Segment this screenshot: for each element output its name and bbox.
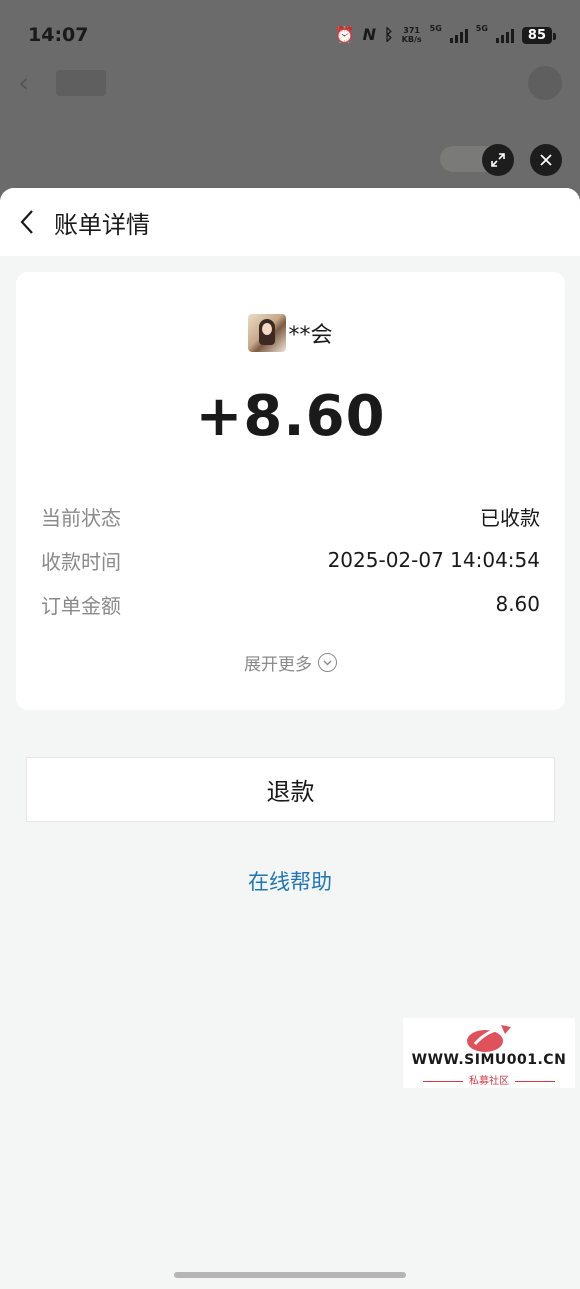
expand-more-label: 展开更多	[244, 655, 312, 675]
page-title: 账单详情	[54, 210, 150, 239]
row-label: 当前状态	[41, 505, 121, 530]
close-x-icon	[540, 154, 552, 166]
row-value: 8.60	[495, 592, 540, 616]
bill-rows: 当前状态 已收款 收款时间 2025-02-07 14:04:54 订单金额 8…	[41, 494, 540, 626]
alarm-icon: ⏰	[334, 25, 355, 44]
bill-detail-sheet: 账单详情 **会 +8.60 当前状态 已收款 收款时间 2025-02-07 …	[0, 188, 580, 1289]
chevron-left-icon	[20, 210, 33, 234]
row-label: 收款时间	[41, 549, 121, 574]
row-status: 当前状态 已收款	[41, 494, 540, 538]
amount: +8.60	[195, 384, 386, 449]
row-order-amount: 订单金额 8.60	[41, 582, 540, 626]
online-help-link[interactable]: 在线帮助	[0, 866, 580, 896]
signal-icon	[495, 27, 514, 43]
sim2-label: 5G	[475, 24, 488, 33]
row-time: 收款时间 2025-02-07 14:04:54	[41, 538, 540, 582]
watermark: WWW.SIMU001.CN 私募社区	[403, 1018, 575, 1088]
expand-more-button[interactable]: 展开更多	[16, 650, 565, 675]
nfc-icon: 𝙉	[362, 25, 377, 44]
row-value: 已收款	[480, 505, 540, 530]
row-label: 订单金额	[41, 593, 121, 618]
watermark-logo-icon	[467, 1025, 511, 1052]
back-button[interactable]	[0, 188, 54, 256]
sheet-header: 账单详情	[0, 188, 580, 256]
watermark-url: WWW.SIMU001.CN	[411, 1052, 567, 1068]
status-time: 14:07	[28, 24, 89, 46]
status-bar: 14:07 ⏰ 𝙉 ᛒ 371 KB/s 5G 5G 85	[0, 0, 580, 70]
bill-card: **会 +8.60 当前状态 已收款 收款时间 2025-02-07 14:04…	[16, 272, 565, 710]
chevron-down-glyph-icon	[323, 660, 332, 665]
row-value: 2025-02-07 14:04:54	[327, 548, 540, 572]
expand-arrows-icon	[491, 153, 505, 167]
battery-icon: 85	[521, 26, 557, 44]
payer-name: **会	[288, 323, 333, 348]
signal-icon	[449, 27, 468, 43]
close-icon[interactable]	[530, 144, 562, 176]
expand-icon[interactable]	[482, 144, 514, 176]
watermark-subtitle: 私募社区	[403, 1072, 575, 1087]
sim1-label: 5G	[429, 24, 442, 33]
status-icons: ⏰ 𝙉 ᛒ 371 KB/s 5G 5G 85	[334, 24, 557, 46]
network-speed: 371 KB/s	[401, 26, 422, 44]
avatar	[248, 314, 287, 352]
bluetooth-icon: ᛒ	[384, 25, 394, 44]
home-indicator[interactable]	[174, 1272, 406, 1278]
background-title	[56, 70, 106, 96]
payer-info: **会	[16, 314, 565, 352]
background-back-icon: ‹	[18, 66, 30, 99]
background-more-icon	[528, 66, 562, 100]
refund-button[interactable]: 退款	[26, 757, 555, 822]
chevron-down-icon	[318, 653, 337, 672]
